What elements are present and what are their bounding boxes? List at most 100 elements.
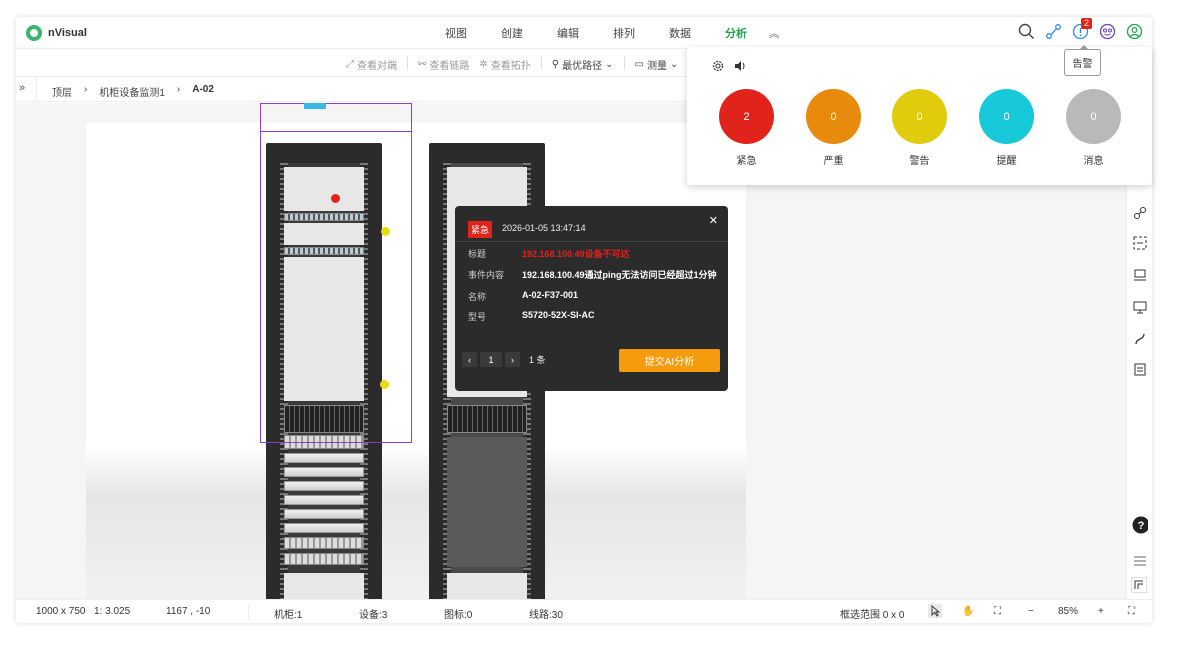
sound-speaker-icon[interactable]: [733, 59, 747, 76]
view-link-label: 查看链路: [429, 61, 470, 72]
patch-panel[interactable]: [284, 495, 364, 505]
cable-icon[interactable]: [1132, 331, 1148, 347]
menu-lines-icon[interactable]: [1132, 553, 1148, 569]
alarm-marker-warning[interactable]: [381, 227, 390, 236]
view-topology-button[interactable]: ✲ 查看拓扑: [479, 57, 530, 72]
chevron-down-icon: ⌄: [669, 59, 679, 70]
logo: nVisual: [26, 25, 87, 41]
alarm-bell-icon[interactable]: 2: [1071, 18, 1092, 41]
blade-enclosure[interactable]: [447, 437, 527, 567]
menu-create[interactable]: 创建: [484, 25, 540, 41]
canvas-size: 1000 x 750: [36, 606, 86, 617]
breadcrumb-top[interactable]: 顶层: [52, 84, 72, 99]
view-peer-button[interactable]: ⤢ 查看对端: [346, 57, 397, 72]
line-count: 线路:30: [529, 610, 563, 621]
link-icon: ⚯: [418, 59, 427, 70]
breadcrumb-room[interactable]: 机柜设备监测1: [99, 84, 165, 99]
pointer-tool-icon[interactable]: [928, 604, 942, 621]
breadcrumb: 顶层 › 机柜设备监测1 › A-02: [52, 84, 214, 99]
divider: [407, 57, 408, 69]
fit-screen-icon[interactable]: ⛶: [994, 606, 1001, 617]
alarm-tooltip: 告警: [1064, 45, 1101, 76]
shortest-path-dropdown[interactable]: ⚲ 最优路径 ⌄: [552, 57, 614, 72]
reminder-count-circle[interactable]: 0: [979, 89, 1034, 144]
menu-edit[interactable]: 编辑: [540, 25, 596, 41]
right-dock: ?: [1126, 185, 1152, 599]
monitor-icon[interactable]: [1132, 299, 1148, 315]
zoom-in-icon[interactable]: +: [1098, 606, 1104, 617]
patch-panel[interactable]: [284, 467, 364, 477]
alarm-marker-critical[interactable]: [331, 194, 340, 203]
patch-panel[interactable]: [284, 481, 364, 491]
warning-count: 0: [916, 110, 923, 123]
field-key: 标题: [468, 249, 487, 259]
alert-pager: ‹ 1 › 1 条: [462, 352, 546, 367]
critical-count-circle[interactable]: 2: [719, 89, 774, 144]
menu-view[interactable]: 视图: [428, 25, 484, 41]
message-count-circle[interactable]: 0: [1066, 89, 1121, 144]
next-page-icon[interactable]: ›: [505, 352, 520, 367]
minimap-toggle-icon[interactable]: [1131, 577, 1147, 593]
search-icon[interactable]: [1017, 22, 1036, 41]
prev-page-icon[interactable]: ‹: [462, 352, 477, 367]
switch-device[interactable]: [284, 553, 364, 565]
logo-text: nVisual: [48, 27, 87, 39]
link-tool-icon[interactable]: [1132, 205, 1148, 221]
ruler-icon: ▭: [634, 59, 644, 70]
close-icon[interactable]: ✕: [709, 214, 718, 227]
alert-field-content: 事件内容 192.168.100.49通过ping无法访问已经超过1分钟: [468, 268, 717, 281]
svg-text:?: ?: [1138, 520, 1145, 532]
view-link-button[interactable]: ⚯ 查看链路: [418, 57, 469, 72]
scale-ratio: 1: 3.025: [94, 606, 131, 617]
settings-gear-icon[interactable]: [711, 59, 725, 76]
clipboard-icon[interactable]: [1132, 361, 1148, 377]
critical-count: 2: [743, 110, 750, 123]
patch-panel[interactable]: [284, 453, 364, 463]
major-count-circle[interactable]: 0: [806, 89, 861, 144]
menu-data[interactable]: 数据: [652, 25, 708, 41]
alarm-marker-warning[interactable]: [380, 380, 389, 389]
major-label: 严重: [823, 156, 844, 167]
expand-panel-icon[interactable]: »: [19, 82, 25, 94]
patch-panel[interactable]: [284, 509, 364, 519]
menu-arrange[interactable]: 排列: [596, 25, 652, 41]
field-value: 192.168.100.49设备不可达: [522, 249, 630, 259]
ai-assistant-icon[interactable]: [1098, 22, 1117, 41]
field-value: 192.168.100.49通过ping无法访问已经超过1分钟: [522, 270, 717, 280]
chevron-right-icon: ›: [176, 84, 181, 95]
stack-icon[interactable]: [1132, 267, 1148, 283]
rack-count: 机柜:1: [274, 610, 303, 621]
warning-count-circle[interactable]: 0: [892, 89, 947, 144]
collapse-up-icon[interactable]: ︽: [764, 25, 784, 41]
alarm-badge: 2: [1080, 18, 1092, 29]
measure-dropdown[interactable]: ▭ 测量 ⌄: [635, 57, 679, 72]
user-icon[interactable]: [1125, 22, 1144, 41]
blank-panel: [284, 573, 364, 599]
fullscreen-icon[interactable]: ⛶: [1128, 606, 1135, 617]
breadcrumb-current: A-02: [192, 84, 214, 95]
switch-device[interactable]: [284, 537, 364, 549]
view-topology-label: 查看拓扑: [490, 61, 531, 72]
server-chassis[interactable]: [447, 405, 527, 433]
link-path-icon[interactable]: [1044, 22, 1063, 41]
alert-time: 2026-01-05 13:47:14: [502, 223, 586, 233]
page-number: 1: [480, 352, 502, 367]
submit-ai-analysis-button[interactable]: 提交AI分析: [619, 349, 720, 372]
field-value: A-02-F37-001: [522, 290, 579, 300]
rack-handle[interactable]: [304, 103, 326, 109]
alert-detail-popup: 紧急 2026-01-05 13:47:14 ✕ 标题 192.168.100.…: [455, 206, 728, 391]
alert-count: 1 条: [529, 355, 546, 365]
selection-box: [260, 131, 412, 443]
reminder-count: 0: [1003, 110, 1010, 123]
message-label: 消息: [1083, 156, 1104, 167]
zoom-out-icon[interactable]: −: [1028, 606, 1034, 617]
view-peer-label: 查看对端: [357, 61, 397, 72]
patch-panel[interactable]: [284, 523, 364, 533]
help-icon[interactable]: ?: [1132, 516, 1148, 534]
menu-analysis[interactable]: 分析: [708, 25, 764, 41]
pan-hand-icon[interactable]: ✋: [962, 606, 974, 617]
alert-field-title: 标题 192.168.100.49设备不可达: [468, 247, 630, 260]
alert-field-model: 型号 S5720-52X-SI-AC: [468, 310, 595, 323]
scan-frame-icon[interactable]: [1132, 235, 1148, 251]
top-icons: 2: [1017, 18, 1144, 41]
